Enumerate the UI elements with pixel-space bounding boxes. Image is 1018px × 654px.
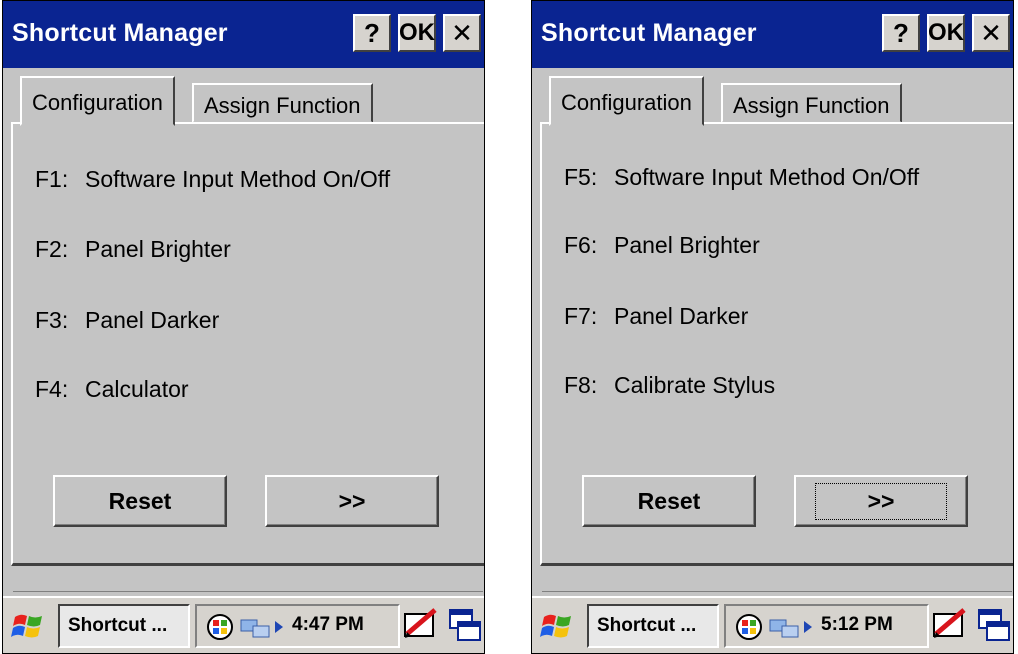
clock: 5:12 PM	[821, 614, 893, 635]
function-key: F3:	[35, 307, 69, 333]
tab-configuration[interactable]: Configuration	[20, 76, 175, 126]
tab-assign-function[interactable]: Assign Function	[721, 83, 902, 123]
ok-button[interactable]: OK	[398, 14, 436, 52]
function-label: Software Input Method On/Off	[85, 166, 391, 192]
function-label: Panel Darker	[85, 307, 220, 333]
function-item: F5: Software Input Method On/Off	[564, 164, 919, 191]
function-key: F7:	[564, 303, 598, 329]
connection-icon[interactable]	[768, 612, 816, 647]
system-tray: 4:47 PM	[195, 604, 400, 648]
function-key: F2:	[35, 236, 69, 262]
desktop-switch-icon[interactable]	[975, 604, 1013, 648]
device-screen-left: Shortcut Manager ? OK ✕ Assign Function …	[2, 0, 485, 654]
tab-assign-function[interactable]: Assign Function	[192, 83, 373, 123]
next-button-label: >>	[814, 482, 948, 520]
windows-start-icon[interactable]	[9, 607, 49, 647]
title-bar: Shortcut Manager ? OK ✕	[532, 1, 1013, 68]
function-item: F2: Panel Brighter	[35, 236, 231, 263]
next-button[interactable]: >>	[265, 475, 439, 527]
reset-button[interactable]: Reset	[53, 475, 227, 527]
function-key: F4:	[35, 376, 69, 402]
network-icon[interactable]	[734, 612, 764, 647]
function-item: F1: Software Input Method On/Off	[35, 166, 390, 193]
title-bar: Shortcut Manager ? OK ✕	[3, 1, 484, 68]
task-shortcut-manager-button[interactable]: Shortcut ...	[58, 604, 190, 648]
function-item: F6: Panel Brighter	[564, 232, 760, 259]
reset-button[interactable]: Reset	[582, 475, 756, 527]
tab-configuration[interactable]: Configuration	[549, 76, 704, 126]
window-title: Shortcut Manager	[12, 19, 228, 47]
function-item: F3: Panel Darker	[35, 307, 219, 334]
function-label: Panel Brighter	[85, 236, 231, 262]
device-screen-right: Shortcut Manager ? OK ✕ Assign Function …	[531, 0, 1014, 654]
window-title: Shortcut Manager	[541, 19, 757, 47]
system-tray: 5:12 PM	[724, 604, 929, 648]
network-icon[interactable]	[205, 612, 235, 647]
taskbar: Shortcut ... 5:12 PM	[532, 596, 1013, 653]
windows-start-icon[interactable]	[538, 607, 578, 647]
clock: 4:47 PM	[292, 614, 364, 635]
help-button[interactable]: ?	[353, 14, 391, 52]
task-shortcut-manager-button[interactable]: Shortcut ...	[587, 604, 719, 648]
close-button[interactable]: ✕	[972, 14, 1010, 52]
pen-input-icon[interactable]	[930, 604, 970, 648]
function-key: F6:	[564, 232, 598, 258]
connection-icon[interactable]	[239, 612, 287, 647]
function-key: F1:	[35, 166, 69, 192]
desktop-switch-icon[interactable]	[446, 604, 484, 648]
function-item: F7: Panel Darker	[564, 303, 748, 330]
pen-input-icon[interactable]	[401, 604, 441, 648]
function-key: F5:	[564, 164, 598, 190]
status-strip	[13, 569, 483, 592]
function-item: F4: Calculator	[35, 376, 189, 403]
function-key: F8:	[564, 372, 598, 398]
function-label: Calibrate Stylus	[614, 372, 776, 398]
function-label: Calculator	[85, 376, 189, 402]
function-item: F8: Calibrate Stylus	[564, 372, 775, 399]
close-button[interactable]: ✕	[443, 14, 481, 52]
function-label: Software Input Method On/Off	[614, 164, 920, 190]
next-button[interactable]: >>	[794, 475, 968, 527]
taskbar: Shortcut ... 4:47 PM	[3, 596, 484, 653]
function-label: Panel Brighter	[614, 232, 760, 258]
help-button[interactable]: ?	[882, 14, 920, 52]
function-label: Panel Darker	[614, 303, 749, 329]
status-strip	[542, 569, 1012, 592]
ok-button[interactable]: OK	[927, 14, 965, 52]
